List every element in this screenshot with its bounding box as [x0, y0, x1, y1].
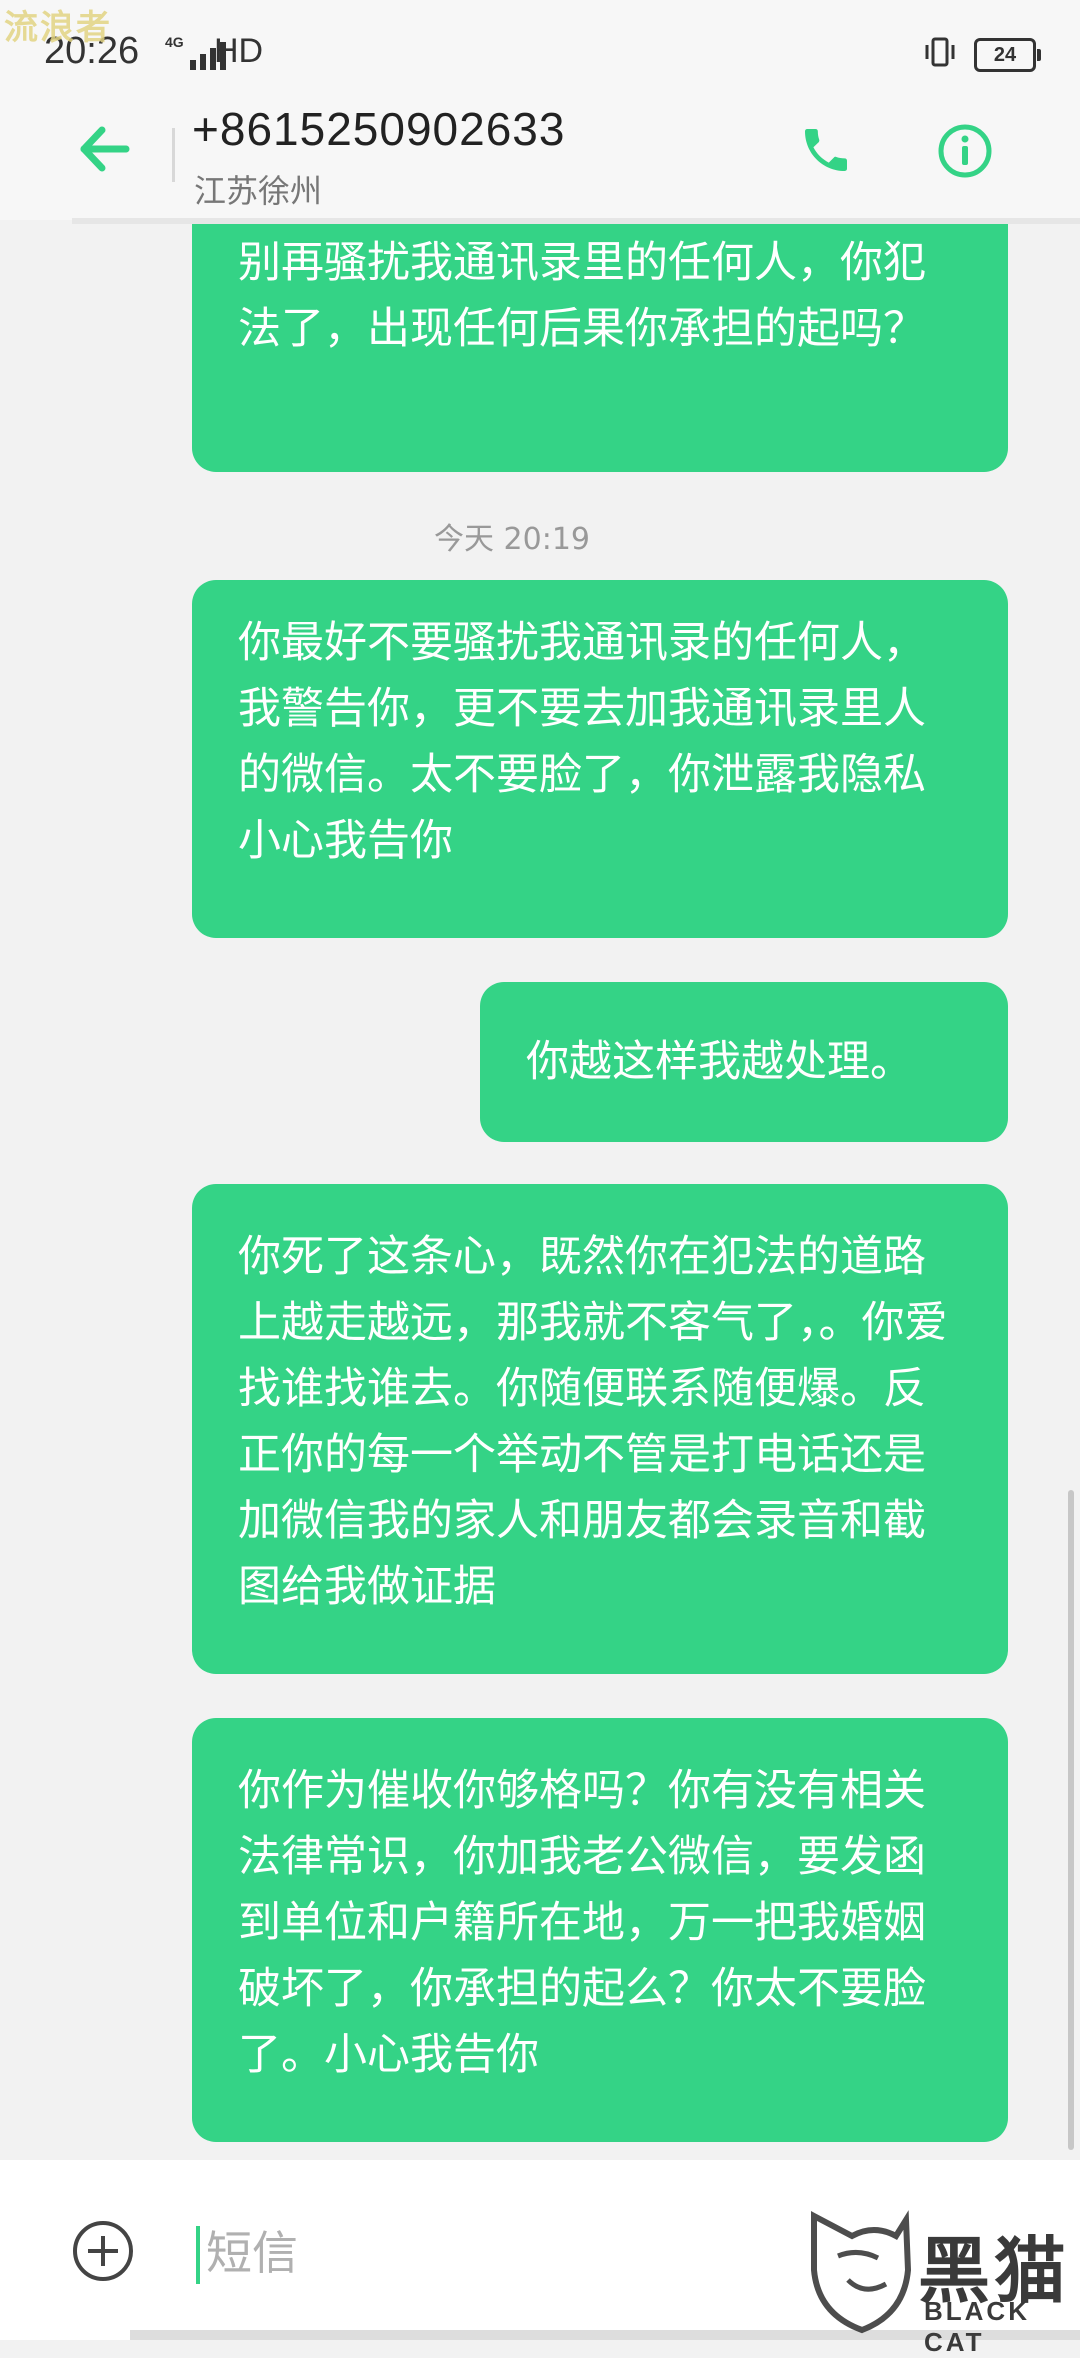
message-bubble[interactable]: 别再骚扰我通讯录里的任何人，你犯法了，出现任何后果你承担的起吗？	[192, 224, 1008, 472]
message-text: 你最好不要骚扰我通讯录的任何人，我警告你，更不要去加我通讯录里人的微信。太不要脸…	[238, 618, 926, 866]
network-type: 4G	[165, 34, 184, 50]
phone-call-icon[interactable]	[798, 122, 854, 178]
battery-level: 24	[993, 44, 1017, 66]
vibrate-icon	[925, 37, 955, 67]
sms-input[interactable]	[204, 2214, 768, 2292]
message-bubble[interactable]: 你作为催收你够格吗？你有没有相关法律常识，你加我老公微信，要发函到单位和户籍所在…	[192, 1718, 1008, 2142]
battery-icon: 24	[974, 38, 1041, 72]
message-timestamp: 今天 20:19	[434, 522, 590, 557]
add-attachment-icon[interactable]	[70, 2218, 136, 2284]
watermark-text: 流浪者	[4, 8, 112, 48]
message-text: 你越这样我越处理。	[526, 1037, 913, 1087]
status-bar: 20:26 4G HD 24	[0, 0, 1080, 90]
message-text: 你作为催收你够格吗？你有没有相关法律常识，你加我老公微信，要发函到单位和户籍所在…	[238, 1766, 926, 2080]
brand-watermark-en: BLACK CAT	[924, 2296, 1030, 2357]
hd-indicator: HD	[214, 32, 264, 70]
message-text: 别再骚扰我通讯录里的任何人，你犯法了，出现任何后果你承担的起吗？	[238, 238, 926, 354]
message-bubble[interactable]: 你越这样我越处理。	[480, 982, 1008, 1142]
back-arrow-icon[interactable]	[76, 120, 134, 178]
contact-number: +8615250902633	[192, 103, 566, 155]
scrollbar[interactable]	[1068, 1490, 1074, 2150]
info-icon[interactable]	[936, 122, 994, 180]
message-bubble[interactable]: 你死了这条心，既然你在犯法的道路上越走越远，那我就不客气了，。你爱找谁找谁去。你…	[192, 1184, 1008, 1674]
message-bubble[interactable]: 你最好不要骚扰我通讯录的任何人，我警告你，更不要去加我通讯录里人的微信。太不要脸…	[192, 580, 1008, 938]
message-text: 你死了这条心，既然你在犯法的道路上越走越远，那我就不客气了，。你爱找谁找谁去。你…	[238, 1232, 948, 1612]
header-divider	[172, 128, 175, 182]
contact-location: 江苏徐州	[194, 172, 323, 210]
text-cursor	[196, 2226, 200, 2284]
